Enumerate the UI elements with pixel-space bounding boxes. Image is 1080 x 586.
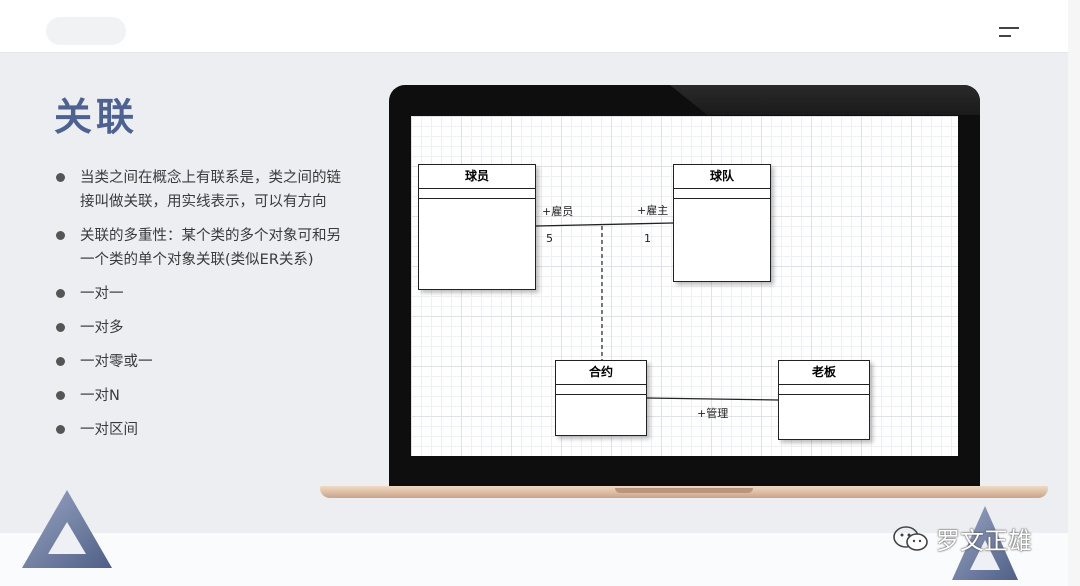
role-label: +管理 <box>697 407 729 420</box>
laptop-notch <box>615 488 753 493</box>
role-label: +雇主 <box>637 204 669 217</box>
class-name: 球员 <box>419 165 535 189</box>
bullet-item: 一对一 <box>54 282 344 306</box>
multiplicity-label: 1 <box>644 232 651 245</box>
class-player[interactable]: 球员 <box>418 164 536 290</box>
class-boss[interactable]: 老板 <box>778 360 870 440</box>
multiplicity-label: 5 <box>546 232 553 245</box>
triangle-icon <box>22 490 112 568</box>
search-pill[interactable] <box>46 17 126 45</box>
uml-diagram: 球员 球队 合约 老板 +雇员 +雇主 5 1 +管理 <box>411 116 958 456</box>
bullet-item: 一对区间 <box>54 418 344 442</box>
menu-icon[interactable] <box>999 27 1019 39</box>
bullet-item: 关联的多重性：某个类的多个对象可和另一个类的单个对象关联(类似ER关系) <box>54 224 344 272</box>
class-contract[interactable]: 合约 <box>555 360 647 436</box>
role-label: +雇员 <box>542 205 574 218</box>
bullet-item: 一对零或一 <box>54 350 344 374</box>
bullet-list: 当类之间在概念上有联系是，类之间的链接叫做关联，用实线表示，可以有方向 关联的多… <box>54 166 344 452</box>
laptop-gloss <box>670 85 980 115</box>
top-bar <box>0 0 1068 53</box>
class-name: 球队 <box>674 165 770 189</box>
bullet-item: 当类之间在概念上有联系是，类之间的链接叫做关联，用实线表示，可以有方向 <box>54 166 344 214</box>
bullet-item: 一对N <box>54 384 344 408</box>
class-team[interactable]: 球队 <box>673 164 771 282</box>
class-attributes <box>419 189 535 199</box>
association-line <box>535 222 674 227</box>
watermark-text: 罗文正雄 <box>936 527 1032 555</box>
slide-title: 关联 <box>54 95 139 139</box>
right-edge <box>1068 0 1080 586</box>
wechat-icon <box>893 526 928 551</box>
class-attributes <box>674 189 770 199</box>
class-attributes <box>779 385 869 395</box>
manage-line <box>646 397 779 401</box>
class-name: 老板 <box>779 361 869 385</box>
class-attributes <box>556 385 646 395</box>
bullet-item: 一对多 <box>54 316 344 340</box>
class-name: 合约 <box>556 361 646 385</box>
